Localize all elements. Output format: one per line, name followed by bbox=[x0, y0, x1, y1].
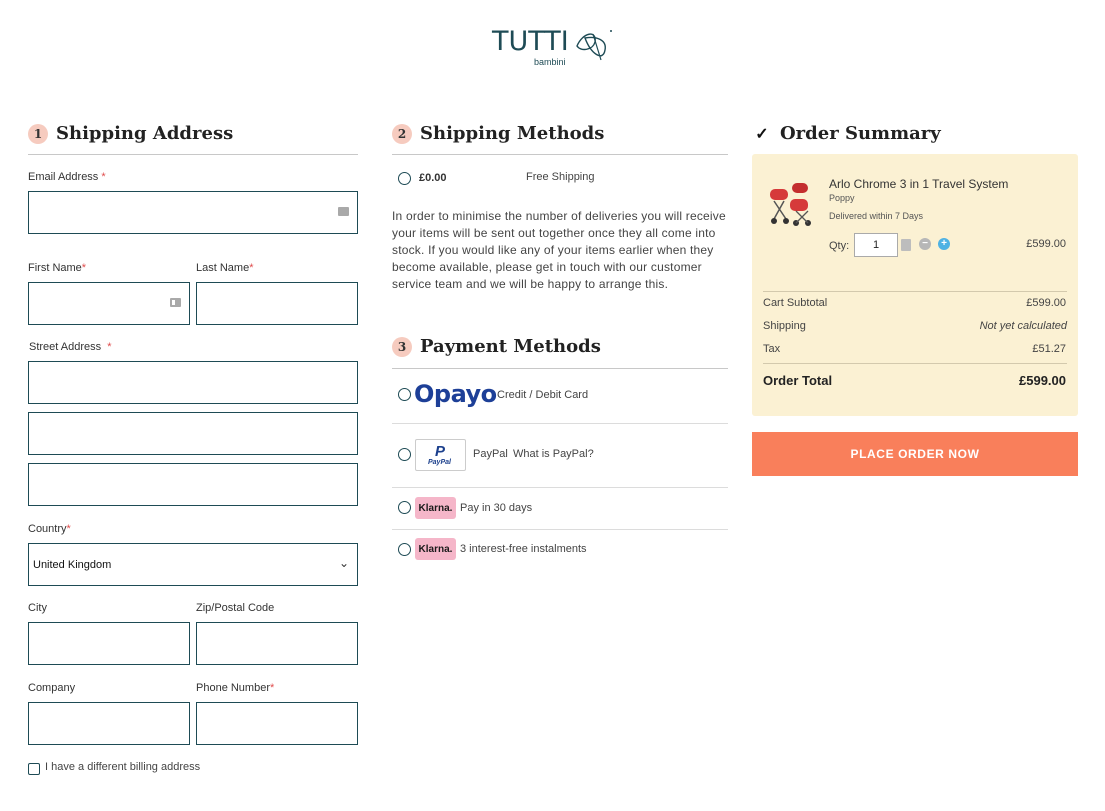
klarna-instalments-radio[interactable] bbox=[398, 543, 411, 556]
street-line-1-field[interactable] bbox=[28, 361, 358, 404]
product-thumbnail[interactable] bbox=[766, 179, 818, 229]
shipping-address-heading: 1 Shipping Address bbox=[28, 123, 233, 144]
butterfly-icon bbox=[576, 30, 612, 61]
decrease-qty-icon[interactable]: − bbox=[919, 238, 931, 250]
street-line-2-input[interactable] bbox=[29, 413, 357, 454]
summary-divider bbox=[763, 363, 1067, 364]
first-name-field[interactable] bbox=[28, 282, 190, 325]
shipping-methods-title: Shipping Methods bbox=[420, 123, 605, 144]
paypal-mark: P bbox=[435, 443, 446, 460]
shipping-price: £0.00 bbox=[419, 172, 447, 184]
email-input[interactable] bbox=[29, 192, 357, 233]
klarna-logo: Klarna. bbox=[415, 538, 456, 560]
phone-input[interactable] bbox=[197, 703, 357, 744]
order-summary-title: Order Summary bbox=[780, 123, 941, 144]
country-value: United Kingdom bbox=[33, 558, 112, 571]
brand-sub: bambini bbox=[534, 57, 566, 67]
line-price: £599.00 bbox=[1026, 238, 1066, 250]
klarna-logo: Klarna. bbox=[415, 497, 456, 519]
klarna-instalments-label: 3 interest-free instalments bbox=[460, 543, 587, 555]
country-label: Country* bbox=[28, 523, 71, 535]
city-label: City bbox=[28, 602, 47, 614]
brand-name: TUTTI bbox=[492, 26, 569, 57]
subtotal-label: Cart Subtotal bbox=[763, 297, 828, 309]
city-input[interactable] bbox=[29, 623, 189, 664]
section-divider bbox=[392, 368, 728, 369]
first-name-label: First Name* bbox=[28, 262, 87, 274]
phone-label: Phone Number* bbox=[196, 682, 275, 694]
paypal-radio[interactable] bbox=[398, 448, 411, 461]
step-number: 1 bbox=[28, 123, 48, 144]
last-name-label: Last Name* bbox=[196, 262, 254, 274]
email-label: Email Address * bbox=[28, 171, 106, 183]
what-is-paypal-link[interactable]: What is PayPal? bbox=[513, 448, 594, 460]
section-divider bbox=[28, 154, 358, 155]
payment-methods-title: Payment Methods bbox=[420, 336, 601, 357]
billing-address-label[interactable]: I have a different billing address bbox=[45, 761, 200, 773]
tax-label: Tax bbox=[763, 343, 781, 355]
autofill-icon bbox=[338, 207, 349, 216]
phone-field[interactable] bbox=[196, 702, 358, 745]
place-order-button[interactable]: PLACE ORDER NOW bbox=[752, 432, 1078, 476]
street-line-1-input[interactable] bbox=[29, 362, 357, 403]
shipping-address-title: Shipping Address bbox=[56, 123, 234, 144]
street-label: Street Address * bbox=[29, 341, 112, 353]
chevron-down-icon: ⌄ bbox=[338, 556, 349, 570]
country-select[interactable]: United Kingdom ⌄ bbox=[28, 543, 358, 586]
check-icon: ✓ bbox=[755, 124, 769, 143]
order-summary-heading: ✓ Order Summary bbox=[752, 123, 941, 144]
qty-label: Qty: bbox=[829, 240, 850, 252]
klarna-pay-later-radio[interactable] bbox=[398, 501, 411, 514]
product-variant: Poppy bbox=[829, 193, 855, 203]
order-summary-panel: Arlo Chrome 3 in 1 Travel System Poppy D… bbox=[752, 154, 1078, 416]
payment-methods-heading: 3 Payment Methods bbox=[392, 336, 601, 357]
company-input[interactable] bbox=[29, 703, 189, 744]
brand-logo[interactable]: TUTTI bambini bbox=[492, 24, 616, 70]
trash-icon[interactable] bbox=[901, 239, 911, 251]
paypal-label: PayPal bbox=[473, 448, 508, 460]
zip-input[interactable] bbox=[197, 623, 357, 664]
billing-address-checkbox[interactable] bbox=[28, 763, 40, 775]
subtotal-value: £599.00 bbox=[1026, 297, 1066, 309]
last-name-input[interactable] bbox=[197, 283, 357, 324]
shipping-note: In order to minimise the number of deliv… bbox=[392, 209, 726, 291]
first-name-input[interactable] bbox=[29, 283, 189, 324]
summary-divider bbox=[763, 291, 1067, 292]
opayo-logo: Opayo bbox=[414, 380, 497, 408]
city-field[interactable] bbox=[28, 622, 190, 665]
payment-divider bbox=[392, 423, 728, 424]
zip-label: Zip/Postal Code bbox=[196, 602, 275, 614]
street-line-3-field[interactable] bbox=[28, 463, 358, 506]
increase-qty-icon[interactable]: + bbox=[938, 238, 950, 250]
paypal-wordmark: PayPal bbox=[428, 459, 451, 466]
shipping-methods-heading: 2 Shipping Methods bbox=[392, 123, 604, 144]
opayo-label: Credit / Debit Card bbox=[497, 389, 589, 401]
company-label: Company bbox=[28, 682, 76, 694]
product-delivery: Delivered within 7 Days bbox=[829, 211, 924, 221]
payment-divider bbox=[392, 487, 728, 488]
order-total-value: £599.00 bbox=[1019, 373, 1066, 388]
qty-input[interactable]: 1 bbox=[854, 233, 898, 257]
step-number: 3 bbox=[392, 336, 412, 357]
shipping-cost-value: Not yet calculated bbox=[979, 320, 1067, 332]
step-number: 2 bbox=[392, 123, 412, 144]
opayo-radio[interactable] bbox=[398, 388, 411, 401]
shipping-method-name: Free Shipping bbox=[526, 171, 595, 183]
email-field[interactable] bbox=[28, 191, 358, 234]
payment-divider bbox=[392, 529, 728, 530]
street-line-3-input[interactable] bbox=[29, 464, 357, 505]
section-divider bbox=[392, 154, 728, 155]
last-name-field[interactable] bbox=[196, 282, 358, 325]
shipping-cost-label: Shipping bbox=[763, 320, 806, 332]
street-line-2-field[interactable] bbox=[28, 412, 358, 455]
zip-field[interactable] bbox=[196, 622, 358, 665]
company-field[interactable] bbox=[28, 702, 190, 745]
order-total-label: Order Total bbox=[763, 373, 833, 388]
tax-value: £51.27 bbox=[1032, 343, 1066, 355]
free-shipping-radio[interactable] bbox=[398, 172, 411, 185]
contact-card-icon bbox=[170, 298, 181, 307]
product-name[interactable]: Arlo Chrome 3 in 1 Travel System bbox=[829, 177, 1008, 191]
klarna-pay-later-label: Pay in 30 days bbox=[460, 502, 533, 514]
paypal-logo: P PayPal bbox=[415, 439, 466, 471]
